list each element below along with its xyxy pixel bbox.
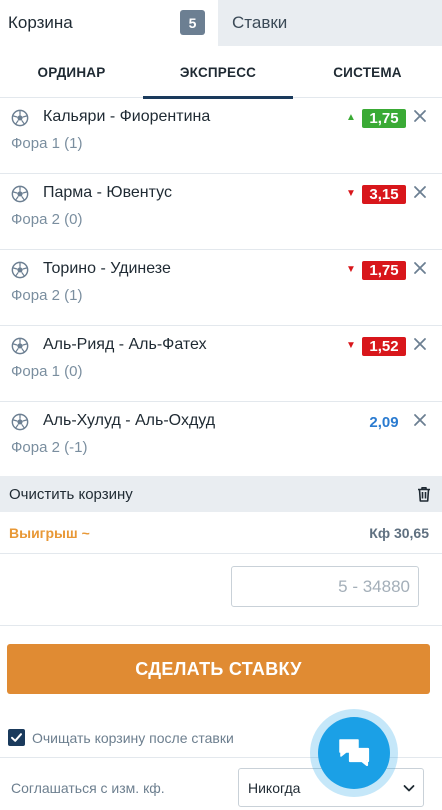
bet-market: Фора 2 (0) [11, 211, 83, 228]
bet-odds: 1,75 [362, 109, 406, 128]
total-coefficient: Кф 30,65 [369, 525, 429, 541]
bet-odds: 3,15 [362, 185, 406, 204]
bet-market: Фора 2 (-1) [11, 439, 88, 456]
tab-bets[interactable]: Ставки [218, 0, 442, 46]
tab-express[interactable]: ЭКСПРЕСС [143, 46, 293, 99]
bet-market: Фора 1 (0) [11, 363, 83, 380]
bet-market: Фора 2 (1) [11, 287, 83, 304]
bet-match: Торино - Удинезе [43, 260, 171, 277]
bet-item: Парма - Ювентус Фора 2 (0) ▼ 3,15 [0, 174, 442, 250]
close-icon[interactable] [412, 184, 428, 200]
soccer-ball-icon [11, 337, 29, 355]
close-icon[interactable] [412, 412, 428, 428]
chat-button[interactable] [318, 717, 390, 789]
tab-system[interactable]: СИСТЕМА [293, 46, 442, 98]
bet-item: Кальяри - Фиорентина Фора 1 (1) ▲ 1,75 [0, 98, 442, 174]
chat-bubbles-icon [339, 739, 370, 767]
tab-cart-label: Корзина [8, 13, 73, 32]
odds-up-icon: ▲ [346, 112, 356, 123]
clear-cart-bar[interactable]: Очистить корзину [0, 476, 442, 512]
winnings-label: Выигрыш ~ [9, 525, 90, 541]
soccer-ball-icon [11, 261, 29, 279]
bet-match: Аль-Хулуд - Аль-Охдуд [43, 412, 216, 429]
bet-match: Кальяри - Фиорентина [43, 108, 211, 125]
bet-odds: 2,09 [369, 414, 399, 431]
clear-cart-label: Очистить корзину [9, 485, 133, 503]
clear-after-bet-label: Очищать корзину после ставки [32, 730, 234, 746]
clear-after-bet-checkbox[interactable] [8, 729, 25, 746]
bet-odds: 1,52 [362, 337, 406, 356]
checkmark-icon [11, 733, 22, 742]
cart-count-badge: 5 [180, 10, 205, 35]
bet-odds: 1,75 [362, 261, 406, 280]
bet-match: Парма - Ювентус [43, 184, 172, 201]
agree-odds-value: Никогда [248, 780, 301, 796]
odds-down-icon: ▼ [346, 340, 356, 351]
tab-cart[interactable]: Корзина 5 [0, 0, 218, 46]
stake-input[interactable] [231, 566, 419, 607]
bet-item: Торино - Удинезе Фора 2 (1) ▼ 1,75 [0, 250, 442, 326]
soccer-ball-icon [11, 109, 29, 127]
bet-item: Аль-Хулуд - Аль-Охдуд Фора 2 (-1) 2,09 [0, 402, 442, 478]
bet-type-tabs: ОРДИНАР ЭКСПРЕСС СИСТЕМА [0, 46, 442, 99]
bet-market: Фора 1 (1) [11, 135, 83, 152]
bet-item: Аль-Рияд - Аль-Фатех Фора 1 (0) ▼ 1,52 [0, 326, 442, 402]
close-icon[interactable] [412, 336, 428, 352]
trash-icon[interactable] [415, 485, 433, 503]
bet-list: Кальяри - Фиорентина Фора 1 (1) ▲ 1,75 П… [0, 98, 442, 478]
stake-row [0, 554, 442, 626]
tab-single[interactable]: ОРДИНАР [0, 46, 143, 98]
soccer-ball-icon [11, 413, 29, 431]
place-bet-button[interactable]: СДЕЛАТЬ СТАВКУ [7, 644, 430, 694]
chevron-down-icon [403, 785, 415, 792]
odds-down-icon: ▼ [346, 264, 356, 275]
odds-down-icon: ▼ [346, 188, 356, 199]
close-icon[interactable] [412, 108, 428, 124]
winnings-row: Выигрыш ~ Кф 30,65 [0, 512, 442, 554]
close-icon[interactable] [412, 260, 428, 276]
bet-match: Аль-Рияд - Аль-Фатех [43, 336, 207, 353]
agree-odds-label: Соглашаться с изм. кф. [11, 780, 165, 796]
cart-tabs: Корзина 5 Ставки [0, 0, 442, 46]
tab-bets-label: Ставки [232, 13, 288, 32]
soccer-ball-icon [11, 185, 29, 203]
